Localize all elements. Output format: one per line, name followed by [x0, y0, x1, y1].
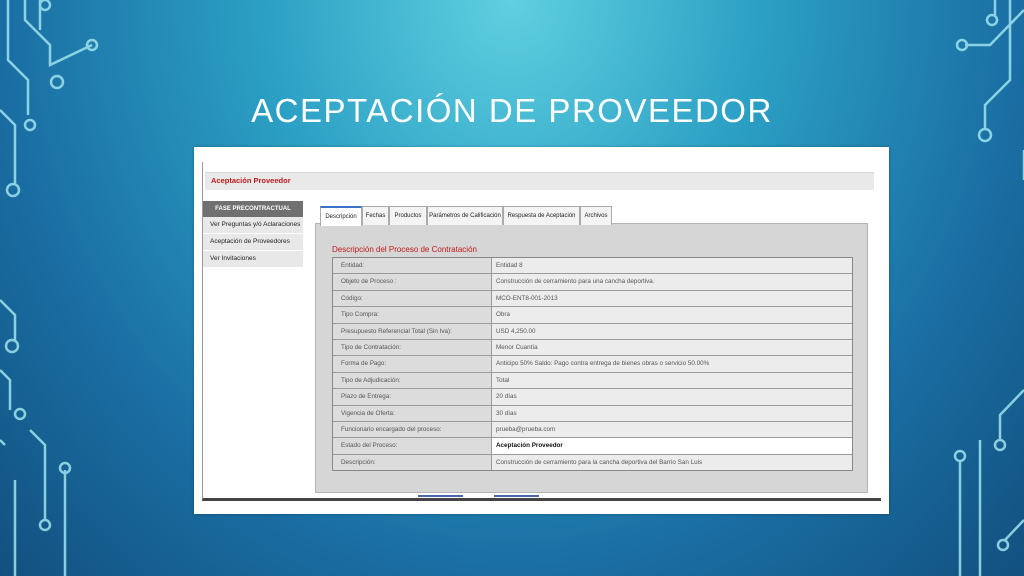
- table-row: Objeto de Proceso : Construcción de cerr…: [333, 274, 852, 291]
- tab-archivos[interactable]: Archivos: [580, 206, 612, 225]
- row-value: Construcción de cerramiento para la canc…: [492, 454, 852, 471]
- sidebar-item-aceptacion[interactable]: Aceptación de Proveedores: [203, 234, 303, 251]
- table-row: Funcionario encargado del proceso: prueb…: [333, 421, 852, 439]
- row-label: Funcionario encargado del proceso:: [333, 421, 492, 438]
- status-value: Aceptación Proveedor: [492, 438, 852, 454]
- table-row: Estado del Proceso: Aceptación Proveedor: [333, 438, 852, 455]
- page-header: Aceptación Proveedor: [205, 172, 874, 190]
- row-label: Entidad:: [333, 258, 492, 274]
- sidebar-item-preguntas[interactable]: Ver Preguntas y/ó Aclaraciones: [203, 217, 303, 234]
- row-label: Tipo Compra:: [333, 307, 492, 323]
- row-value: Entidad 8: [492, 258, 852, 274]
- row-label: Descripción:: [333, 454, 492, 471]
- tab-parametros[interactable]: Parámetros de Calificación: [427, 206, 503, 225]
- sidebar: FASE PRECONTRACTUAL Ver Preguntas y/ó Ac…: [203, 201, 303, 268]
- row-label: Tipo de Adjudicación:: [333, 372, 492, 389]
- sidebar-heading: FASE PRECONTRACTUAL: [203, 201, 303, 217]
- row-label: Vigencia de Oferta:: [333, 405, 492, 421]
- row-label: Tipo de Contratación:: [333, 339, 492, 356]
- bottom-button-hint[interactable]: [494, 495, 539, 497]
- table-row: Presupuesto Referencial Total (Sin Iva):…: [333, 323, 852, 340]
- table-row: Descripción: Construcción de cerramiento…: [333, 454, 852, 471]
- row-value: 20 días: [492, 389, 852, 405]
- table-row: Tipo Compra: Obra: [333, 307, 852, 324]
- row-label: Objeto de Proceso :: [333, 274, 492, 290]
- tab-descripcion[interactable]: Descripción: [320, 206, 362, 226]
- row-label: Forma de Pago:: [333, 356, 492, 372]
- table-row: Tipo de Adjudicación: Total: [333, 372, 852, 390]
- tab-productos[interactable]: Productos: [389, 206, 427, 225]
- table-row: Tipo de Contratación: Menor Cuantía: [333, 339, 852, 357]
- slide-title: ACEPTACIÓN DE PROVEEDOR: [251, 92, 773, 129]
- details-table: Entidad: Entidad 8 Objeto de Proceso : C…: [332, 257, 853, 472]
- sidebar-item-invitaciones[interactable]: Ver Invitaciones: [203, 251, 303, 268]
- table-row: Plazo de Entrega: 20 días: [333, 389, 852, 406]
- page-header-title: Aceptación Proveedor: [211, 176, 291, 185]
- table-row: Forma de Pago: Anticipo 50% Saldo: Pago …: [333, 356, 852, 373]
- table-row: Vigencia de Oferta: 30 días: [333, 405, 852, 422]
- row-value: Construcción de cerramiento para una can…: [492, 274, 852, 290]
- table-row: Código: MCO-ENT8-001-2013: [333, 290, 852, 308]
- table-row: Entidad: Entidad 8: [333, 258, 852, 275]
- tab-respuesta[interactable]: Respuesta de Aceptación: [503, 206, 580, 225]
- row-label: Plazo de Entrega:: [333, 389, 492, 405]
- row-value: prueba@prueba.com: [492, 421, 852, 438]
- row-label: Estado del Proceso:: [333, 438, 492, 454]
- row-value: MCO-ENT8-001-2013: [492, 290, 852, 307]
- row-value: 30 días: [492, 405, 852, 421]
- row-value: Obra: [492, 307, 852, 323]
- row-value: Anticipo 50% Saldo: Pago contra entrega …: [492, 356, 852, 372]
- bottom-button-hint[interactable]: [418, 495, 463, 497]
- row-label: Presupuesto Referencial Total (Sin Iva):: [333, 323, 492, 339]
- row-value: Total: [492, 372, 852, 389]
- section-title: Descripción del Proceso de Contratación: [332, 245, 477, 254]
- tab-fechas[interactable]: Fechas: [362, 206, 389, 225]
- row-label: Código:: [333, 290, 492, 307]
- row-value: Menor Cuantía: [492, 339, 852, 356]
- row-value: USD 4,250.00: [492, 323, 852, 339]
